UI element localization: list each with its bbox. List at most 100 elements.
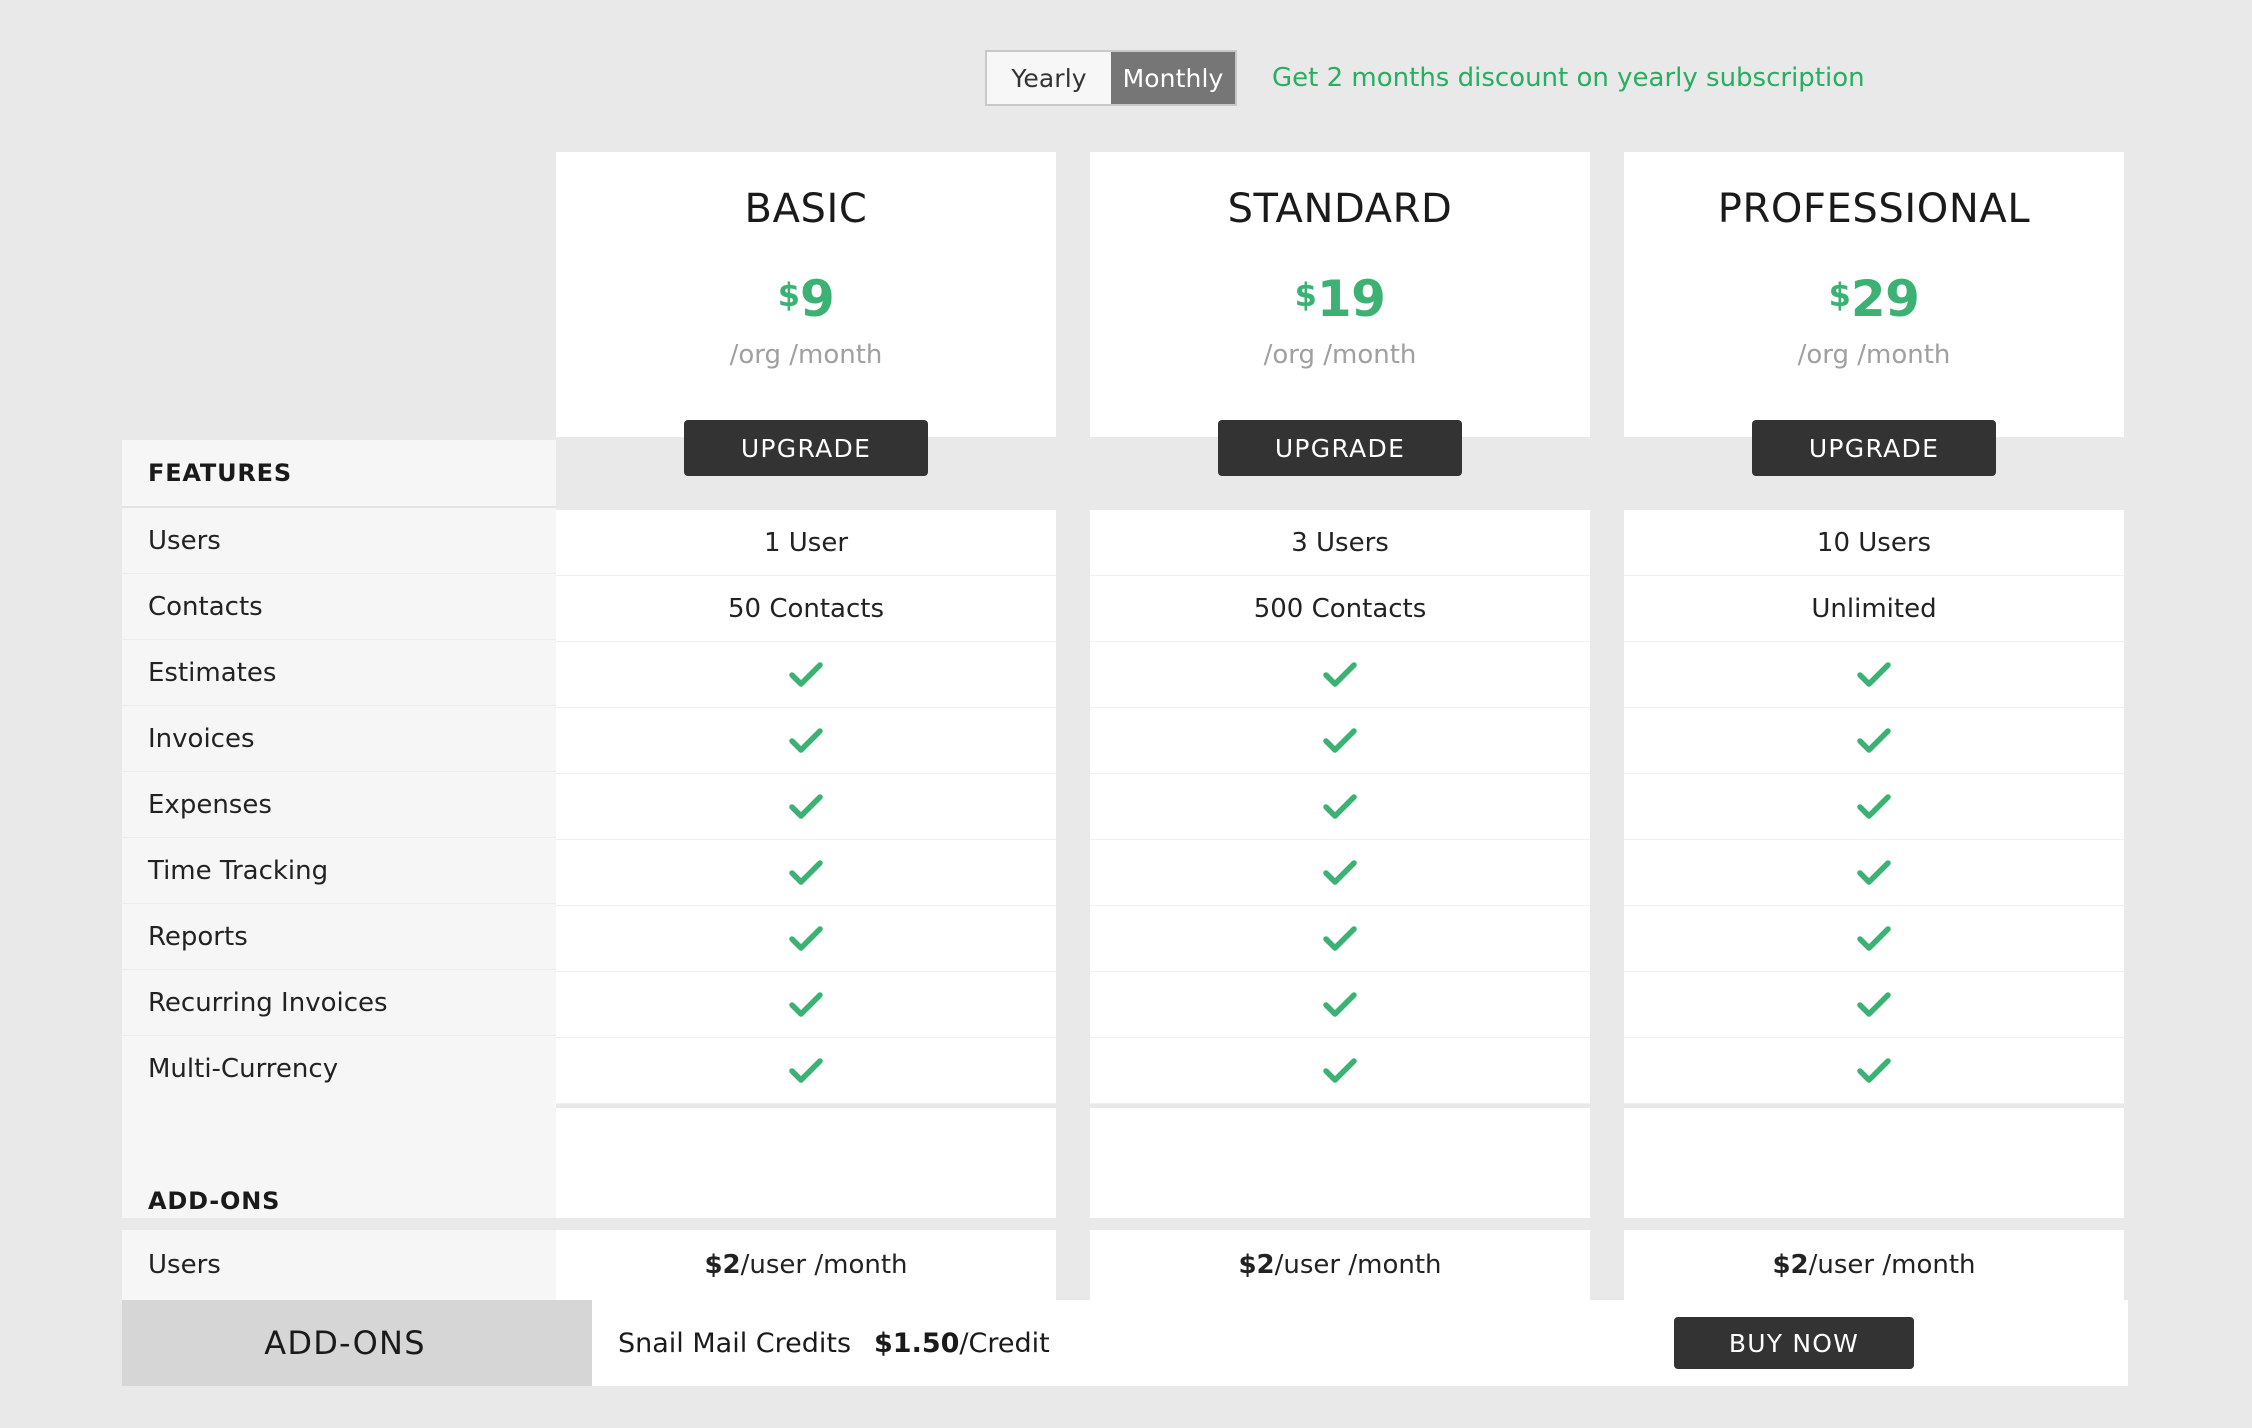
feature-cell-check: [556, 972, 1056, 1038]
checkmark-icon: [789, 727, 823, 753]
checkmark-icon: [1857, 991, 1891, 1017]
feature-label-row: Contacts: [122, 574, 556, 640]
checkmark-icon: [789, 1057, 823, 1083]
checkmark-icon: [1323, 991, 1357, 1017]
checkmark-icon: [789, 661, 823, 687]
feature-label-row: Invoices: [122, 706, 556, 772]
checkmark-icon: [1323, 859, 1357, 885]
feature-cell-text: 1 User: [556, 510, 1056, 576]
feature-cell-check: [1624, 774, 2124, 840]
feature-cell-check: [556, 642, 1056, 708]
feature-label-row: Multi-Currency: [148, 1054, 339, 1084]
checkmark-icon: [1857, 661, 1891, 687]
checkmark-icon: [789, 793, 823, 819]
checkmark-icon: [1857, 1057, 1891, 1083]
feature-cell-text: 50 Contacts: [556, 576, 1056, 642]
feature-cell-check: [1090, 1038, 1590, 1104]
addons-bar-item-name: Snail Mail Credits: [618, 1327, 852, 1359]
plan-header-basic: BASIC $9 /org /month UPGRADE: [556, 152, 1056, 476]
checkmark-icon: [1857, 859, 1891, 885]
plan-card-standard: STANDARD $19 /org /month UPGRADE: [1090, 152, 1590, 476]
addon-user-price-amount-professional: $2: [1772, 1250, 1809, 1280]
feature-cell-text: Unlimited: [1624, 576, 2124, 642]
plan-amount-standard: 19: [1316, 270, 1386, 328]
feature-label-row: Time Tracking: [122, 838, 556, 904]
features-section-title: FEATURES: [122, 440, 556, 508]
feature-cell-check: [556, 708, 1056, 774]
plan-price-professional: $29: [1624, 274, 2124, 324]
feature-cell-text: 500 Contacts: [1090, 576, 1590, 642]
plan-column-filler-basic: [556, 1108, 1056, 1218]
checkmark-icon: [1857, 727, 1891, 753]
checkmark-icon: [1323, 727, 1357, 753]
plan-currency-basic: $: [777, 276, 800, 314]
feature-cell-check: [1624, 906, 2124, 972]
plan-card-professional: PROFESSIONAL $29 /org /month UPGRADE: [1624, 152, 2124, 476]
feature-cell-check: [1624, 972, 2124, 1038]
plan-column-filler-standard: [1090, 1108, 1590, 1218]
feature-cell-text: 3 Users: [1090, 510, 1590, 576]
addon-user-price-basic: $2 /user /month: [556, 1230, 1056, 1300]
feature-cell-check: [1090, 906, 1590, 972]
checkmark-icon: [1323, 925, 1357, 951]
plan-period-basic: /org /month: [729, 340, 883, 370]
feature-cell-check: [556, 774, 1056, 840]
feature-label-row: Recurring Invoices: [122, 970, 556, 1036]
plan-name-standard: STANDARD: [1227, 186, 1453, 232]
buy-now-button[interactable]: BUY NOW: [1674, 1317, 1914, 1369]
feature-cell-check: [1624, 1038, 2124, 1104]
plan-amount-professional: 29: [1850, 270, 1920, 328]
pricing-grid: BASIC $9 /org /month UPGRADE STANDARD $1…: [0, 0, 2252, 1428]
sidebar-spacer: [122, 1102, 556, 1168]
addons-bar-price-unit: /Credit: [959, 1327, 1050, 1359]
addon-user-price-standard: $2 /user /month: [1090, 1230, 1590, 1300]
features-row-labels: Users Contacts Estimates Invoices Expenses Ti…: [122, 508, 556, 1102]
addons-bottom-bar: ADD-ONS Snail Mail Credits $1.50 /Credit…: [122, 1300, 2128, 1386]
plan-amount-basic: 9: [799, 270, 835, 328]
checkmark-icon: [1323, 1057, 1357, 1083]
feature-cell-check: [1624, 708, 2124, 774]
feature-label-row: Estimates: [122, 640, 556, 706]
plan-header-professional: PROFESSIONAL $29 /org /month UPGRADE: [1624, 152, 2124, 476]
checkmark-icon: [1323, 661, 1357, 687]
feature-cell-check: [1090, 774, 1590, 840]
plan-column-filler-professional: [1624, 1108, 2124, 1218]
feature-cell-check: [556, 1038, 1056, 1104]
upgrade-button-basic[interactable]: UPGRADE: [684, 420, 928, 476]
plan-price-basic: $9: [556, 274, 1056, 324]
zigzag-ribbon-icon: [568, 1300, 592, 1386]
feature-cell-check: [1624, 840, 2124, 906]
plan-period-standard: /org /month: [1263, 340, 1417, 370]
plan-currency-professional: $: [1828, 276, 1851, 314]
feature-cell-check: [1090, 840, 1590, 906]
sidebar-addon-row-users: Users: [122, 1230, 556, 1300]
feature-label-row: Reports: [122, 904, 556, 970]
upgrade-button-standard[interactable]: UPGRADE: [1218, 420, 1462, 476]
sidebar-gap: [122, 1218, 556, 1230]
addon-user-price-unit-basic: /user /month: [740, 1250, 908, 1280]
upgrade-button-professional[interactable]: UPGRADE: [1752, 420, 1996, 476]
addon-user-price-unit-standard: /user /month: [1274, 1250, 1442, 1280]
addons-bar-price: $1.50 /Credit: [874, 1300, 1050, 1386]
feature-label-row: Expenses: [122, 772, 556, 838]
addons-bar-label: ADD-ONS: [122, 1300, 592, 1386]
feature-cell-check: [1090, 972, 1590, 1038]
addon-user-price-amount-basic: $2: [704, 1250, 741, 1280]
features-sidebar: FEATURES Users Contacts Estimates Invoices E…: [122, 440, 556, 1236]
plan-price-standard: $19: [1090, 274, 1590, 324]
plan-period-professional: /org /month: [1797, 340, 1951, 370]
addon-user-price-amount-standard: $2: [1238, 1250, 1275, 1280]
plan-header-standard: STANDARD $19 /org /month UPGRADE: [1090, 152, 1590, 476]
plan-name-professional: PROFESSIONAL: [1717, 186, 2031, 232]
plan-currency-standard: $: [1294, 276, 1317, 314]
checkmark-icon: [1857, 793, 1891, 819]
plan-name-basic: BASIC: [744, 186, 868, 232]
plan-card-basic: BASIC $9 /org /month UPGRADE: [556, 152, 1056, 476]
checkmark-icon: [1857, 925, 1891, 951]
addon-user-price-unit-professional: /user /month: [1808, 1250, 1976, 1280]
checkmark-icon: [1323, 793, 1357, 819]
feature-cell-check: [1090, 708, 1590, 774]
feature-label-row: Users: [122, 508, 556, 574]
feature-cell-check: [1624, 642, 2124, 708]
addon-user-price-professional: $2 /user /month: [1624, 1230, 2124, 1300]
